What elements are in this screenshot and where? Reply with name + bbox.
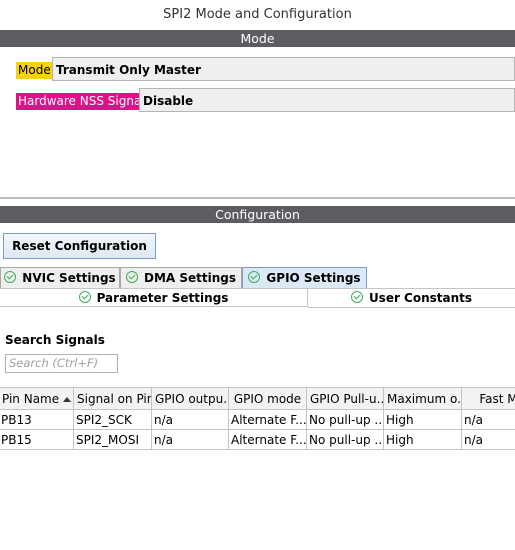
tab-dma-settings[interactable]: DMA Settings xyxy=(120,267,242,288)
table-cell[interactable]: High xyxy=(383,429,462,450)
tab-gpio-settings[interactable]: GPIO Settings xyxy=(242,267,367,288)
table-cell[interactable]: SPI2_SCK xyxy=(73,409,152,430)
table-cell[interactable]: No pull-up ... xyxy=(306,409,384,430)
table-cell[interactable]: SPI2_MOSI xyxy=(73,429,152,450)
hardware-nss-label: Hardware NSS Signal xyxy=(16,93,147,110)
column-header-pin-name[interactable]: Pin Name xyxy=(0,387,74,410)
subtab-label: Parameter Settings xyxy=(96,291,229,305)
table-cell[interactable]: n/a xyxy=(151,429,229,450)
sort-ascending-icon xyxy=(63,396,72,402)
table-cell[interactable]: High xyxy=(383,409,462,430)
check-circle-icon xyxy=(350,291,363,303)
configuration-section-header[interactable]: Configuration xyxy=(0,206,515,223)
tab-parameter-settings[interactable]: Parameter Settings xyxy=(0,288,308,307)
table-cell[interactable]: No pull-up ... xyxy=(306,429,384,450)
subtab-label: User Constants xyxy=(368,291,473,305)
table-header-row: Pin Name Signal on Pin GPIO outpu... GPI… xyxy=(0,387,515,410)
splitter[interactable] xyxy=(0,197,515,199)
table-row[interactable]: PB13 SPI2_SCK n/a Alternate F... No pull… xyxy=(0,409,515,430)
search-input[interactable]: Search (Ctrl+F) xyxy=(5,354,118,373)
table-cell[interactable]: n/a xyxy=(151,409,229,430)
tab-nvic-settings[interactable]: NVIC Settings xyxy=(0,267,120,288)
check-circle-icon xyxy=(4,271,17,283)
divider xyxy=(308,307,515,308)
panel-title: SPI2 Mode and Configuration xyxy=(163,7,352,22)
table-cell[interactable]: Alternate F... xyxy=(228,409,307,430)
mode-section-header[interactable]: Mode xyxy=(0,30,515,47)
search-signals-label: Search Signals xyxy=(5,333,105,347)
table-cell[interactable]: n/a xyxy=(461,409,515,430)
gpio-table: Pin Name Signal on Pin GPIO outpu... GPI… xyxy=(0,387,515,450)
check-circle-icon xyxy=(248,271,261,283)
check-circle-icon xyxy=(78,291,91,303)
column-header-gpio-pull[interactable]: GPIO Pull-u... xyxy=(306,387,384,410)
column-header-maximum-output[interactable]: Maximum o... xyxy=(383,387,462,410)
check-circle-icon xyxy=(125,271,138,283)
column-header-signal[interactable]: Signal on Pin xyxy=(73,387,152,410)
mode-label: Mode xyxy=(16,62,53,79)
column-header-gpio-output[interactable]: GPIO outpu... xyxy=(151,387,229,410)
table-cell[interactable]: Alternate F... xyxy=(228,429,307,450)
reset-configuration-button[interactable]: Reset Configuration xyxy=(3,233,156,259)
tab-label: NVIC Settings xyxy=(22,271,116,285)
tab-user-constants[interactable]: User Constants xyxy=(308,288,515,307)
table-row[interactable]: PB15 SPI2_MOSI n/a Alternate F... No pul… xyxy=(0,429,515,450)
column-header-gpio-mode[interactable]: GPIO mode xyxy=(228,387,307,410)
column-header-fast-mode[interactable]: Fast Mo xyxy=(461,387,515,410)
tab-label: GPIO Settings xyxy=(266,271,361,285)
mode-select[interactable]: Transmit Only Master xyxy=(52,57,515,81)
tab-label: DMA Settings xyxy=(143,271,236,285)
table-cell[interactable]: PB13 xyxy=(0,409,74,430)
table-cell[interactable]: PB15 xyxy=(0,429,74,450)
table-cell[interactable]: n/a xyxy=(461,429,515,450)
hardware-nss-select[interactable]: Disable xyxy=(139,88,515,112)
